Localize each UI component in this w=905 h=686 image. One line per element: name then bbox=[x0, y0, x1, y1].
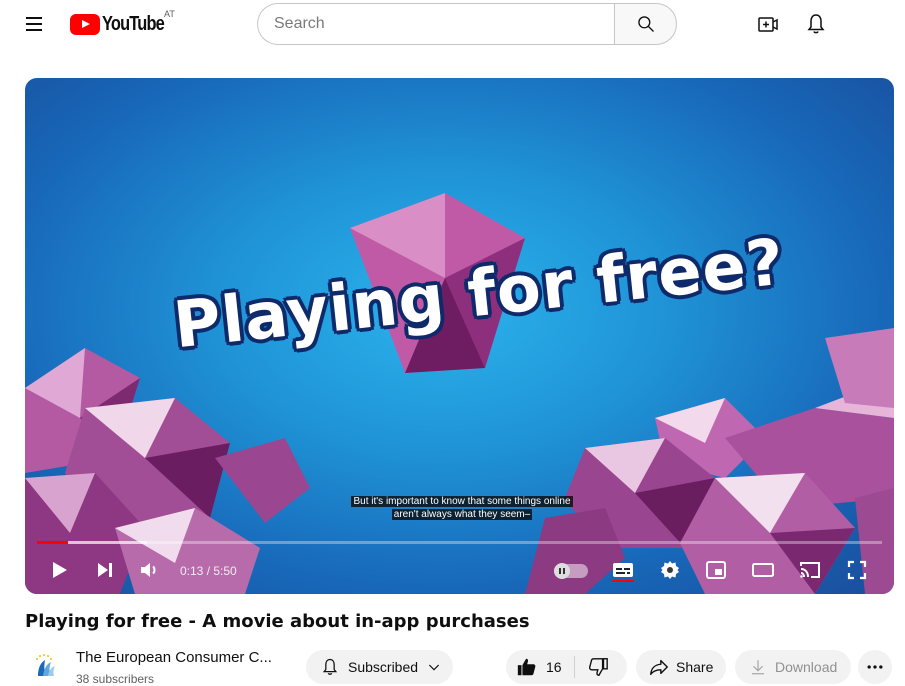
dislike-button[interactable] bbox=[575, 656, 609, 678]
theater-mode-icon[interactable] bbox=[751, 558, 775, 582]
progress-bar[interactable] bbox=[37, 541, 882, 544]
subscribed-button[interactable]: Subscribed bbox=[306, 650, 453, 684]
share-label: Share bbox=[676, 659, 714, 675]
miniplayer-icon[interactable] bbox=[704, 558, 728, 582]
settings-icon[interactable] bbox=[658, 558, 682, 582]
youtube-play-icon bbox=[70, 13, 100, 35]
channel-avatar[interactable] bbox=[32, 652, 58, 678]
share-icon bbox=[650, 659, 668, 676]
menu-icon[interactable] bbox=[22, 12, 48, 36]
create-icon[interactable] bbox=[756, 12, 780, 36]
cast-icon[interactable] bbox=[798, 558, 822, 582]
more-horiz-icon bbox=[867, 665, 883, 669]
fullscreen-icon[interactable] bbox=[845, 558, 869, 582]
next-icon[interactable] bbox=[93, 558, 117, 582]
like-dislike-group: 16 bbox=[506, 650, 627, 684]
download-label: Download bbox=[775, 659, 838, 675]
notifications-icon[interactable] bbox=[804, 12, 828, 36]
video-title: Playing for free - A movie about in-app … bbox=[25, 611, 530, 632]
more-actions-button[interactable] bbox=[858, 650, 892, 684]
search-icon bbox=[637, 16, 654, 32]
player-controls: 0:13 / 5:50 bbox=[25, 552, 894, 588]
channel-name[interactable]: The European Consumer C... bbox=[76, 649, 272, 666]
masthead: YouTube AT bbox=[0, 0, 905, 48]
subtitles-icon[interactable] bbox=[611, 558, 635, 583]
search-input[interactable] bbox=[257, 3, 614, 45]
share-button[interactable]: Share bbox=[636, 650, 726, 684]
video-player[interactable]: Playing for free? But it's important to … bbox=[25, 78, 894, 594]
like-button[interactable]: 16 bbox=[516, 656, 574, 678]
subtitle-caption: But it's important to know that some thi… bbox=[335, 495, 589, 521]
time-display: 0:13 / 5:50 bbox=[180, 564, 237, 578]
download-button[interactable]: Download bbox=[735, 650, 851, 684]
youtube-logo[interactable]: YouTube AT bbox=[70, 9, 178, 37]
country-code: AT bbox=[164, 9, 175, 19]
volume-icon[interactable] bbox=[138, 558, 162, 582]
bell-icon bbox=[322, 658, 338, 675]
search-button[interactable] bbox=[614, 3, 677, 45]
channel-row: The European Consumer C... 38 subscriber… bbox=[25, 648, 894, 686]
search-bar bbox=[257, 3, 677, 45]
chevron-down-icon bbox=[428, 664, 440, 671]
autoplay-pause-icon bbox=[554, 563, 570, 579]
thumbs-down-icon bbox=[588, 658, 608, 676]
caption-line-2: aren't always what they seem– bbox=[391, 509, 533, 520]
thumbs-up-icon bbox=[517, 658, 536, 676]
download-icon bbox=[752, 660, 764, 675]
like-count: 16 bbox=[546, 659, 562, 675]
logo-wordmark: YouTube bbox=[102, 12, 165, 35]
play-icon[interactable] bbox=[47, 558, 71, 582]
caption-line-1: But it's important to know that some thi… bbox=[351, 496, 573, 507]
progress-played bbox=[37, 541, 69, 544]
autoplay-toggle[interactable] bbox=[554, 563, 588, 579]
subscribed-label: Subscribed bbox=[348, 659, 419, 675]
